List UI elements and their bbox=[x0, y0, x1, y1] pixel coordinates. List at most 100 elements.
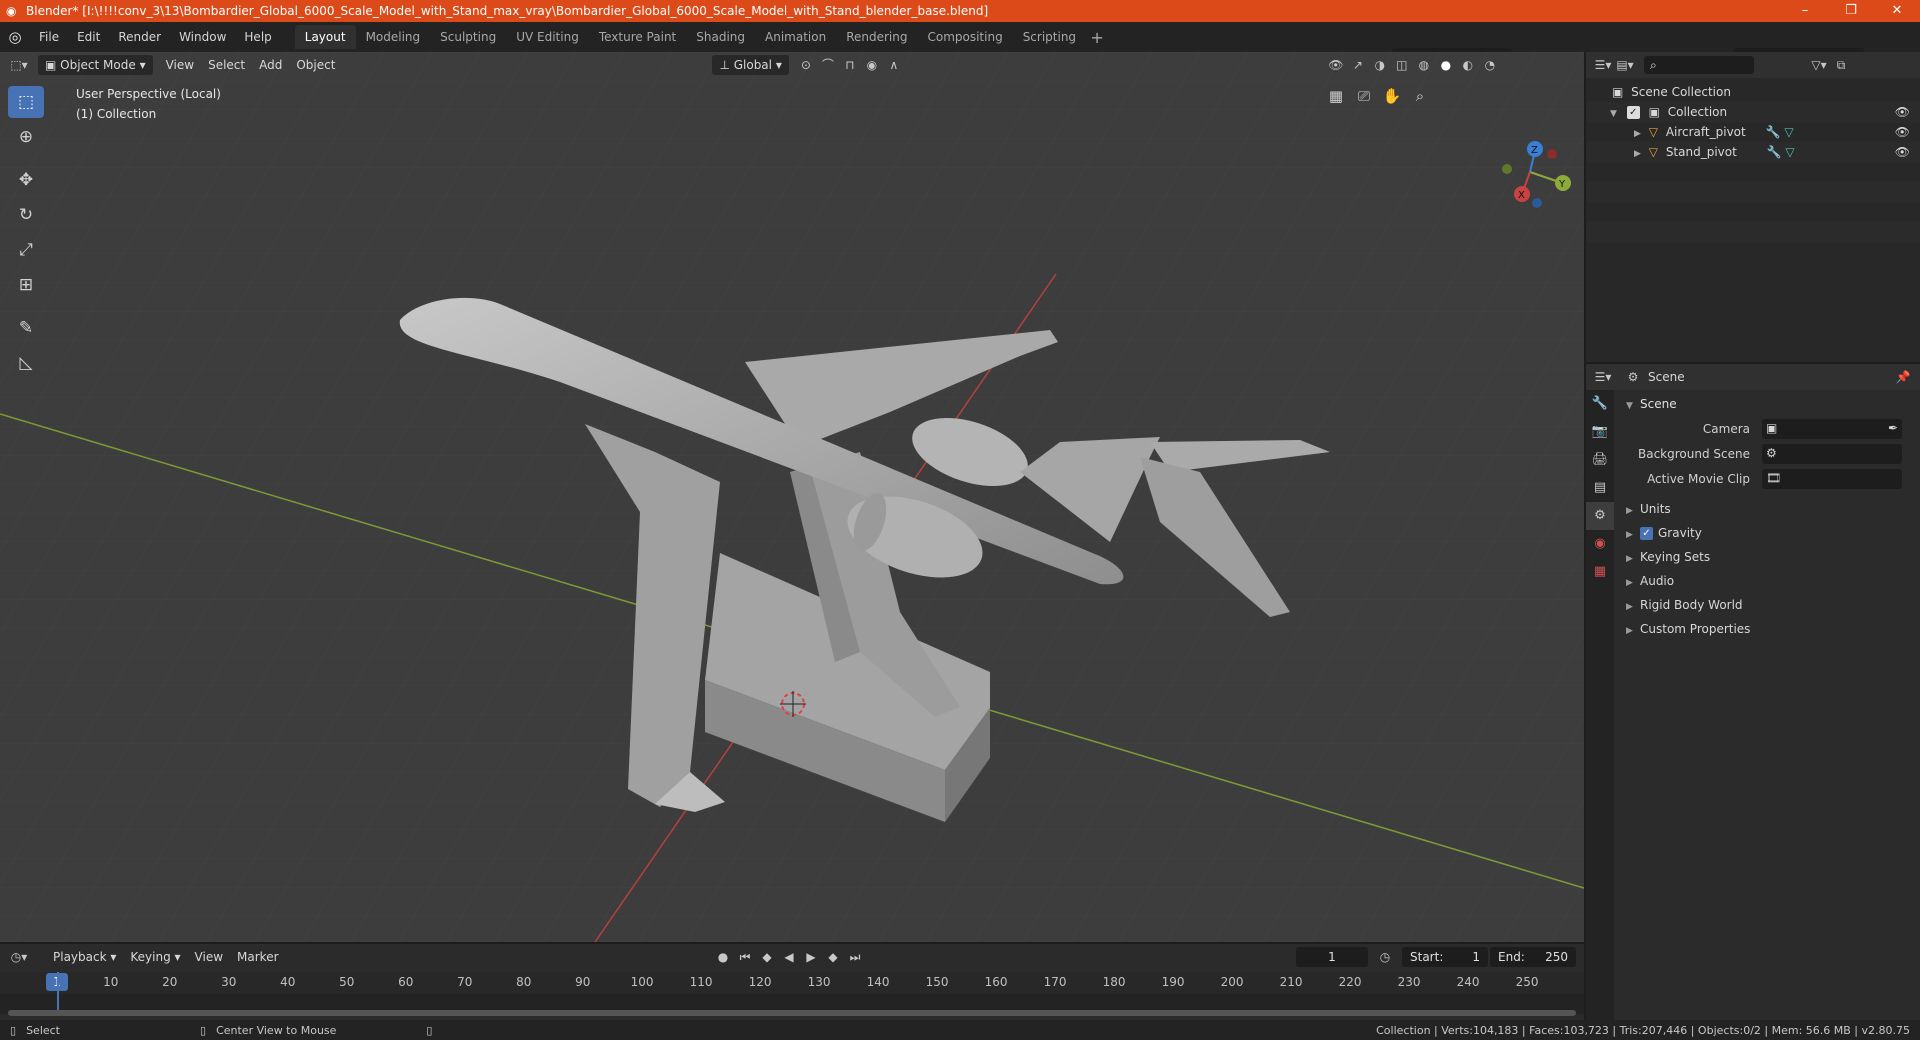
minimize-button[interactable]: – bbox=[1782, 0, 1828, 22]
visibility-icon[interactable]: 👁 bbox=[1325, 55, 1347, 75]
eyedropper-icon[interactable]: ✒ bbox=[1888, 421, 1898, 435]
timeline-scrollbar[interactable] bbox=[8, 1010, 1576, 1016]
timeline-ruler[interactable]: 1102030405060708090100110120130140150160… bbox=[0, 972, 1584, 994]
menu-file[interactable]: File bbox=[30, 22, 68, 52]
jump-keyframe-back-icon[interactable]: ◆ bbox=[756, 947, 778, 967]
menu-select[interactable]: Select bbox=[201, 55, 252, 75]
view-layer-tab-icon[interactable]: ▤ bbox=[1586, 474, 1614, 502]
output-tab-icon[interactable]: 🖨 bbox=[1586, 446, 1614, 474]
zoom-view-icon[interactable]: ⌕ bbox=[1406, 82, 1434, 110]
new-collection-icon[interactable]: ⧉ bbox=[1830, 55, 1852, 75]
audio-panel[interactable]: ▶ Audio bbox=[1616, 569, 1916, 593]
menu-add[interactable]: Add bbox=[252, 55, 289, 75]
tab-texture-paint[interactable]: Texture Paint bbox=[589, 25, 686, 49]
outliner-row-collection[interactable]: ▼ ✓ ▣ Collection 👁 bbox=[1586, 102, 1920, 122]
play-icon[interactable]: ▶ bbox=[800, 947, 822, 967]
preview-range-icon[interactable]: ◷ bbox=[1374, 947, 1396, 967]
tab-modeling[interactable]: Modeling bbox=[356, 25, 431, 49]
material-shading-icon[interactable]: ◐ bbox=[1457, 55, 1479, 75]
stand-visibility-icon[interactable]: 👁 bbox=[1895, 142, 1910, 162]
rotate-tool-icon[interactable]: ↻ bbox=[8, 199, 44, 231]
timeline-editor-type-icon[interactable]: ◷▾ bbox=[8, 947, 30, 967]
playhead[interactable] bbox=[57, 972, 59, 1014]
tab-animation[interactable]: Animation bbox=[755, 25, 836, 49]
3d-viewport[interactable]: Z Y X ⬚▾ ▣ Object Mode ▾ View Select Add… bbox=[0, 52, 1584, 942]
select-box-tool-icon[interactable]: ⬚ bbox=[8, 86, 44, 118]
menu-object[interactable]: Object bbox=[289, 55, 342, 75]
jump-start-icon[interactable]: ⏮ bbox=[734, 947, 756, 967]
mode-dropdown[interactable]: ▣ Object Mode ▾ bbox=[38, 55, 153, 75]
filter-icon[interactable]: ▽▾ bbox=[1808, 55, 1830, 75]
menu-window[interactable]: Window bbox=[170, 22, 235, 52]
menu-keying[interactable]: Keying ▾ bbox=[123, 947, 187, 967]
camera-field[interactable]: ▣ ✒ bbox=[1762, 418, 1902, 439]
outliner-row-scene-collection[interactable]: ▣ Scene Collection bbox=[1586, 82, 1920, 102]
rigid-body-world-panel[interactable]: ▶ Rigid Body World bbox=[1616, 593, 1916, 617]
world-tab-icon[interactable]: ◉ bbox=[1586, 530, 1614, 558]
menu-edit[interactable]: Edit bbox=[68, 22, 109, 52]
overlays-icon[interactable]: ◑ bbox=[1369, 55, 1391, 75]
scene-tab-icon[interactable]: ⚙ bbox=[1586, 502, 1614, 530]
blender-logo-icon[interactable]: ◎ bbox=[0, 22, 30, 52]
properties-editor[interactable]: ☰▾ ⚙ Scene 📌 🔧 📷 🖨 ▤ ⚙ ◉ ▦ ▼ Scene Camera… bbox=[1586, 364, 1920, 1020]
tab-rendering[interactable]: Rendering bbox=[836, 25, 917, 49]
play-reverse-icon[interactable]: ◀ bbox=[778, 947, 800, 967]
gizmo-toggle-icon[interactable]: ↗ bbox=[1347, 55, 1369, 75]
snap-target-icon[interactable]: ⊓ bbox=[839, 55, 861, 75]
menu-marker[interactable]: Marker bbox=[230, 947, 285, 967]
outliner-editor-type-icon[interactable]: ☰▾ bbox=[1592, 55, 1614, 75]
expand-chevron-icon[interactable]: ▶ bbox=[1634, 129, 1641, 139]
collection-exclude-checkbox[interactable]: ✓ bbox=[1626, 106, 1640, 119]
pivot-point-icon[interactable]: ⊙ bbox=[795, 55, 817, 75]
start-frame-field[interactable]: Start: 1 bbox=[1402, 947, 1488, 967]
outliner-row-aircraft-pivot[interactable]: ▶ ▽ Aircraft_pivot 🔧 ▽ 👁 bbox=[1586, 122, 1920, 142]
outliner-editor[interactable]: ☰▾ ▤▾ ⌕ ▽▾ ⧉ ▣ Scene Collection ▼ ✓ ▣ Co… bbox=[1586, 52, 1920, 362]
rendered-shading-icon[interactable]: ◔ bbox=[1479, 55, 1501, 75]
tool-tab-icon[interactable]: 🔧 bbox=[1586, 390, 1614, 418]
menu-playback[interactable]: Playback ▾ bbox=[46, 947, 123, 967]
jump-end-icon[interactable]: ⏭ bbox=[844, 947, 866, 967]
move-tool-icon[interactable]: ✥ bbox=[8, 164, 44, 196]
scene-panel-header[interactable]: ▼ Scene bbox=[1616, 392, 1916, 416]
toggle-ortho-icon[interactable]: ▦ bbox=[1322, 82, 1350, 110]
menu-timeline-view[interactable]: View bbox=[188, 947, 230, 967]
add-workspace-icon[interactable]: + bbox=[1086, 28, 1108, 47]
solid-shading-icon[interactable]: ● bbox=[1435, 55, 1457, 75]
falloff-icon[interactable]: ∧ bbox=[883, 55, 905, 75]
units-panel[interactable]: ▶ Units bbox=[1616, 497, 1916, 521]
keying-sets-panel[interactable]: ▶ Keying Sets bbox=[1616, 545, 1916, 569]
current-frame-field[interactable]: 1 bbox=[1296, 947, 1368, 967]
menu-view[interactable]: View bbox=[159, 55, 201, 75]
maximize-button[interactable]: ❐ bbox=[1828, 0, 1874, 22]
camera-view-icon[interactable]: ⎚ bbox=[1350, 82, 1378, 110]
close-button[interactable]: ✕ bbox=[1874, 0, 1920, 22]
menu-render[interactable]: Render bbox=[109, 22, 170, 52]
expand-chevron-icon[interactable]: ▶ bbox=[1634, 149, 1641, 159]
outliner-search-input[interactable]: ⌕ bbox=[1644, 56, 1754, 74]
expand-chevron-icon[interactable]: ▼ bbox=[1610, 109, 1617, 119]
menu-help[interactable]: Help bbox=[235, 22, 280, 52]
end-frame-field[interactable]: End: 250 bbox=[1490, 947, 1576, 967]
xray-icon[interactable]: ◫ bbox=[1391, 55, 1413, 75]
gravity-checkbox[interactable]: ✓ bbox=[1640, 527, 1653, 540]
custom-properties-panel[interactable]: ▶ Custom Properties bbox=[1616, 617, 1916, 641]
pin-icon[interactable]: 📌 bbox=[1892, 367, 1914, 387]
timeline-editor[interactable]: ◷▾ Playback ▾ Keying ▾ View Marker ● ⏮ ◆… bbox=[0, 944, 1584, 1020]
record-icon[interactable]: ● bbox=[712, 947, 734, 967]
properties-editor-type-icon[interactable]: ☰▾ bbox=[1592, 367, 1614, 387]
editor-type-icon[interactable]: ⬚▾ bbox=[8, 55, 30, 75]
outliner-row-stand-pivot[interactable]: ▶ ▽ Stand_pivot 🔧 ▽ 👁 bbox=[1586, 142, 1920, 162]
tab-uv-editing[interactable]: UV Editing bbox=[506, 25, 589, 49]
annotate-tool-icon[interactable]: ✎ bbox=[8, 312, 44, 344]
background-scene-field[interactable]: ⚙ bbox=[1762, 443, 1902, 464]
measure-tool-icon[interactable]: ◺ bbox=[8, 347, 44, 379]
tab-compositing[interactable]: Compositing bbox=[917, 25, 1012, 49]
jump-keyframe-forward-icon[interactable]: ◆ bbox=[822, 947, 844, 967]
transform-tool-icon[interactable]: ⊞ bbox=[8, 269, 44, 301]
movie-clip-field[interactable]: 🎞 bbox=[1762, 468, 1902, 489]
display-mode-icon[interactable]: ▤▾ bbox=[1614, 55, 1636, 75]
proportional-edit-icon[interactable]: ◉ bbox=[861, 55, 883, 75]
aircraft-visibility-icon[interactable]: 👁 bbox=[1895, 122, 1910, 142]
tab-layout[interactable]: Layout bbox=[294, 25, 356, 49]
snap-icon[interactable]: ⌒ bbox=[817, 55, 839, 75]
